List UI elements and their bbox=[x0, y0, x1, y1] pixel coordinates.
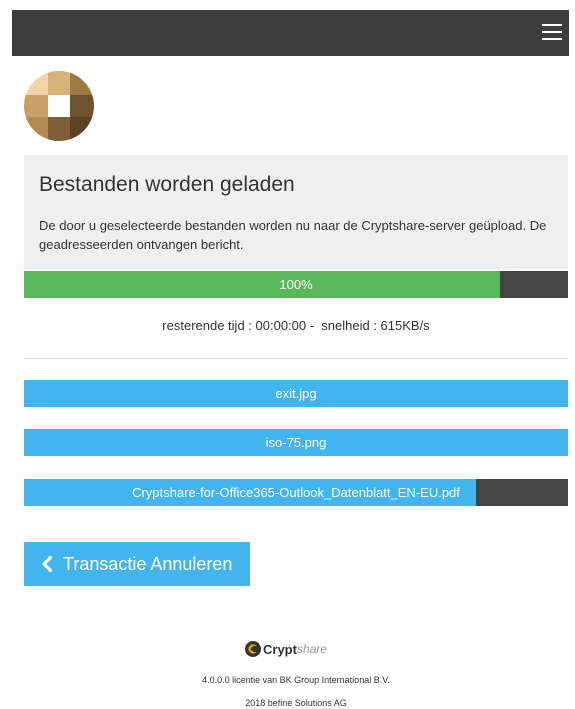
upload-description: De door u geselecteerde bestanden worden… bbox=[39, 218, 547, 252]
file-name: exit.jpg bbox=[275, 386, 317, 401]
divider bbox=[24, 358, 568, 359]
brand-name-light: share bbox=[296, 642, 327, 656]
chevron-left-icon bbox=[42, 556, 53, 572]
file-progress-row: iso-75.png bbox=[24, 429, 568, 456]
brand-name-strong: Crypt bbox=[263, 641, 297, 657]
logo-graphic bbox=[24, 71, 94, 141]
file-name: iso-75.png bbox=[265, 435, 327, 450]
upload-status-panel: Bestanden worden geladen De door u gesel… bbox=[24, 155, 568, 269]
file-progress-row: Cryptshare-for-Office365-Outlook_Datenbl… bbox=[24, 479, 568, 506]
cancel-transaction-button[interactable]: Transactie Annuleren bbox=[24, 542, 250, 586]
copyright-text: 2018 befine Solutions AG bbox=[245, 698, 347, 708]
license-text: 4.0.0.0 licentie van BK Group Internatio… bbox=[202, 675, 390, 685]
remaining-time-speed: resterende tijd : 00:00:00 - snelheid : … bbox=[162, 318, 430, 333]
cryptshare-brand: Crypt share bbox=[245, 640, 327, 658]
top-navbar bbox=[12, 10, 569, 56]
upload-title: Bestanden worden geladen bbox=[39, 173, 295, 196]
file-name: Cryptshare-for-Office365-Outlook_Datenbl… bbox=[132, 485, 460, 500]
overall-progress-bar: 100% bbox=[24, 271, 568, 298]
overall-progress-label: 100% bbox=[279, 277, 313, 292]
cryptshare-logo-icon bbox=[24, 71, 94, 141]
cancel-button-label: Transactie Annuleren bbox=[63, 553, 233, 574]
file-progress-row: exit.jpg bbox=[24, 380, 568, 407]
hamburger-menu-icon[interactable] bbox=[542, 24, 562, 42]
cryptshare-brand-icon bbox=[245, 641, 261, 657]
